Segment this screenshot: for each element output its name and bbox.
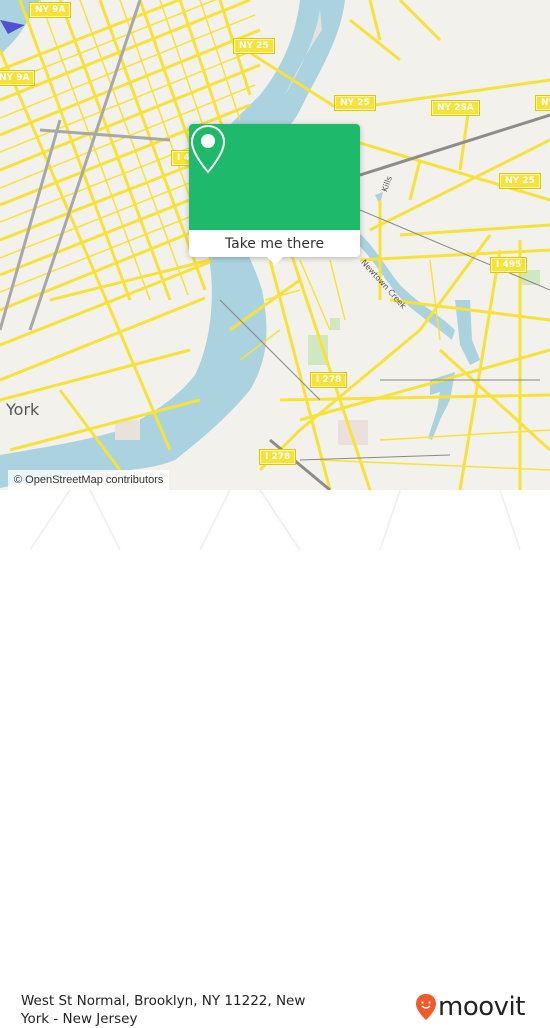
road-shield-ny-9a: NY 9A: [0, 71, 35, 85]
park: [520, 270, 540, 285]
park: [308, 335, 328, 365]
block: [115, 420, 140, 440]
footer: West St Normal, Brooklyn, NY 11222, New …: [0, 490, 550, 1027]
footer-background-pattern: [29, 490, 521, 550]
moovit-logo[interactable]: moovit: [415, 993, 525, 1021]
road-shield-ny-9a: NY 9A: [30, 3, 71, 17]
park: [330, 318, 340, 330]
location-popup: Take me there: [189, 124, 360, 265]
place-label-york: York: [6, 400, 40, 419]
road-shield-i-278: I 278: [311, 373, 347, 387]
moovit-pin-icon: [416, 994, 436, 1020]
moovit-wordmark: moovit: [438, 992, 525, 1022]
road-shield-ny-25: NY 25: [234, 39, 274, 53]
road-shield-ny-25: NY 25: [500, 174, 540, 188]
road-shield-i-495: I 495: [491, 258, 527, 272]
map-pin-icon: [190, 124, 226, 174]
popup-header: [189, 124, 360, 230]
road-shield-ny: NY: [536, 96, 550, 110]
popup-pointer: [267, 257, 283, 265]
road-shield-ny-25: NY 25: [335, 96, 375, 110]
map-view[interactable]: NY 9A NY 9A NY 25 NY 25 NY 25 NY 25A NY …: [0, 0, 550, 490]
take-me-there-button[interactable]: Take me there: [189, 230, 360, 257]
road-shield-ny-25a: NY 25A: [432, 101, 479, 115]
map-attribution[interactable]: © OpenStreetMap contributors: [8, 470, 170, 490]
address-text: West St Normal, Brooklyn, NY 11222, New …: [21, 993, 306, 1027]
road-shield-i-278: I 278: [260, 450, 296, 464]
